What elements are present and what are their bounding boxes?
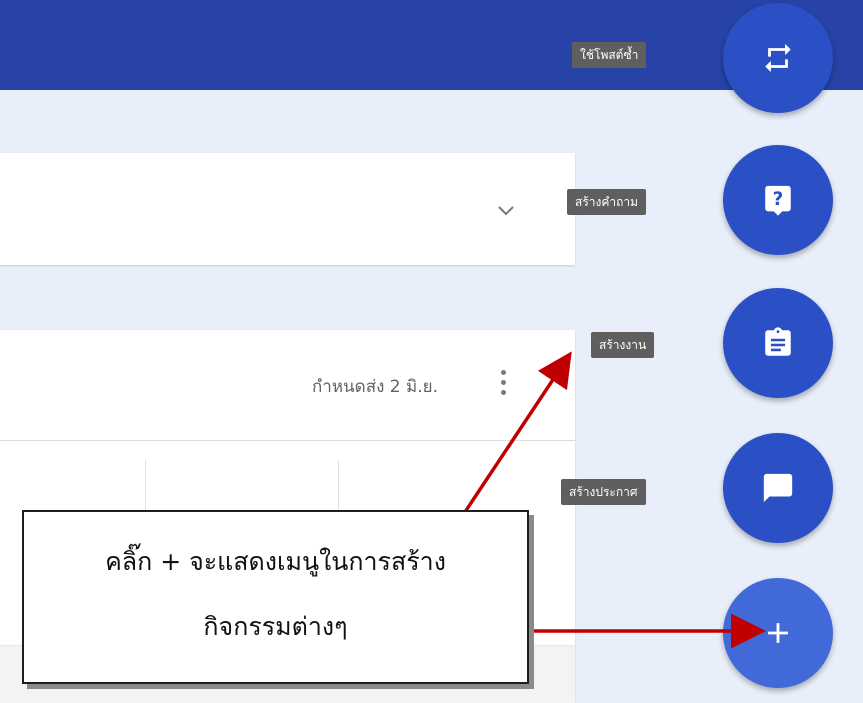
card-divider <box>0 440 575 441</box>
create-question-button[interactable]: ? <box>723 145 833 255</box>
plus-icon <box>768 623 788 643</box>
create-announcement-button[interactable] <box>723 433 833 543</box>
due-date-text: กำหนดส่ง 2 มิ.ย. <box>312 377 438 397</box>
create-question-tooltip: สร้างคำถาม <box>567 189 647 215</box>
create-assignment-button[interactable] <box>723 288 833 398</box>
repeat-icon <box>765 43 791 73</box>
create-announcement-tooltip: สร้างประกาศ <box>561 479 646 505</box>
more-options-icon[interactable] <box>494 367 512 405</box>
topic-card[interactable] <box>0 153 575 265</box>
callout-text-line2: กิจกรรมต่างๆ <box>203 612 348 641</box>
instruction-callout: คลิ๊ก + จะแสดงเมนูในการสร้าง กิจกรรมต่าง… <box>22 510 529 684</box>
chevron-down-icon[interactable] <box>495 199 517 221</box>
chat-bubble-icon <box>763 473 793 503</box>
reuse-post-tooltip: ใช้โพสต์ซ้ำ <box>572 42 647 68</box>
create-assignment-tooltip: สร้างงาน <box>591 332 655 358</box>
callout-text-line1: คลิ๊ก + จะแสดงเมนูในการสร้าง <box>105 547 446 576</box>
clipboard-icon <box>765 327 791 356</box>
reuse-post-button[interactable] <box>723 3 833 113</box>
svg-text:?: ? <box>773 189 784 210</box>
question-icon: ? <box>765 185 791 216</box>
add-button[interactable] <box>723 578 833 688</box>
